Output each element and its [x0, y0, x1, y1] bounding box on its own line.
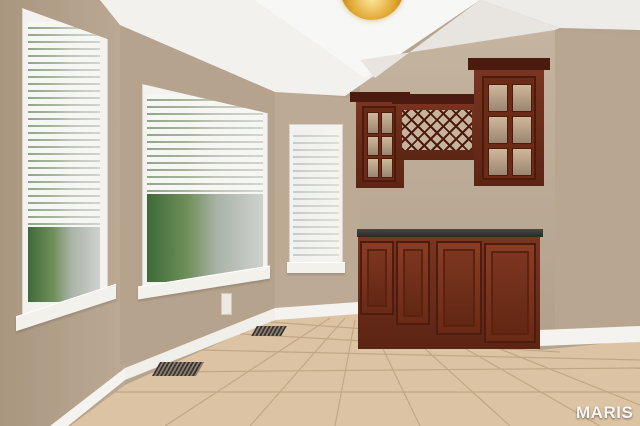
- cabinet-door-1: [360, 241, 394, 315]
- window-sill-small: [287, 262, 345, 273]
- watermark-logo: MARIS: [576, 403, 634, 422]
- base-cabinets: [358, 237, 540, 349]
- window-left: [22, 8, 108, 320]
- floor-vent-left: [151, 362, 205, 376]
- room-photo: MARIS: [0, 0, 640, 426]
- floor-vent-center: [251, 326, 287, 336]
- wine-rack-lattice: [402, 110, 472, 150]
- window-center-left: [142, 84, 268, 294]
- cabinet-door-4: [484, 243, 536, 343]
- upper-cabinet-right: [468, 58, 550, 186]
- cabinet-door-3: [436, 241, 482, 335]
- countertop: [357, 229, 543, 237]
- window-small: [289, 124, 343, 264]
- cabinet-door-2: [396, 241, 430, 325]
- wall-outlet: [221, 293, 232, 315]
- wine-rack-cabinet: [392, 94, 482, 160]
